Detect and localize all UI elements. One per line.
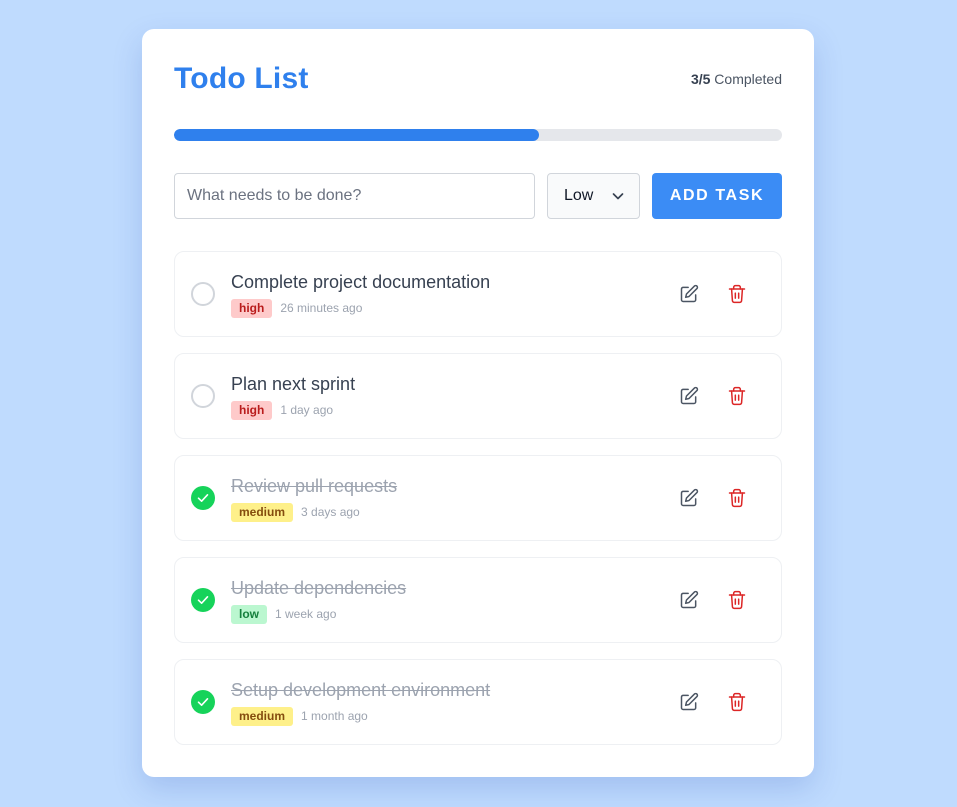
completed-count: 3/5	[690, 71, 711, 87]
todo-card: Todo List 3/5 Completed Low ADD TASK Com…	[142, 29, 814, 777]
pencil-icon	[680, 692, 699, 711]
task-timestamp: 26 minutes ago	[280, 301, 363, 315]
progress-bar	[174, 129, 782, 141]
check-icon	[197, 698, 209, 706]
trash-icon	[728, 284, 746, 304]
task-item: Plan next sprint high 1 day ago	[174, 353, 782, 439]
delete-button[interactable]	[723, 484, 751, 512]
task-body: Review pull requests medium 3 days ago	[231, 475, 675, 522]
trash-icon	[728, 692, 746, 712]
task-body: Setup development environment medium 1 m…	[231, 679, 675, 726]
pencil-icon	[680, 488, 699, 507]
task-item: Update dependencies low 1 week ago	[174, 557, 782, 643]
progress-fill	[174, 129, 539, 141]
task-timestamp: 1 month ago	[301, 709, 368, 723]
task-meta: high 26 minutes ago	[231, 298, 675, 318]
task-item: Review pull requests medium 3 days ago	[174, 455, 782, 541]
pencil-icon	[680, 590, 699, 609]
priority-badge: high	[231, 400, 273, 420]
edit-button[interactable]	[675, 586, 703, 614]
task-title: Update dependencies	[231, 577, 407, 598]
pencil-icon	[680, 386, 699, 405]
trash-icon	[728, 386, 746, 406]
task-list: Complete project documentation high 26 m…	[174, 251, 782, 745]
task-checkbox[interactable]	[191, 690, 215, 714]
priority-badge: medium	[231, 502, 294, 522]
priority-badge: medium	[231, 706, 294, 726]
task-title: Complete project documentation	[231, 271, 491, 292]
pencil-icon	[680, 284, 699, 303]
edit-button[interactable]	[675, 280, 703, 308]
edit-button[interactable]	[675, 382, 703, 410]
task-title: Review pull requests	[231, 475, 398, 496]
task-item: Complete project documentation high 26 m…	[174, 251, 782, 337]
task-title: Setup development environment	[231, 679, 491, 700]
edit-button[interactable]	[675, 688, 703, 716]
priority-badge: low	[231, 604, 267, 624]
task-checkbox[interactable]	[191, 384, 215, 408]
task-checkbox[interactable]	[191, 588, 215, 612]
task-meta: medium 1 month ago	[231, 706, 675, 726]
task-actions	[675, 280, 751, 308]
task-meta: high 1 day ago	[231, 400, 675, 420]
task-actions	[675, 688, 751, 716]
task-body: Plan next sprint high 1 day ago	[231, 373, 675, 420]
completed-label: Completed	[714, 71, 782, 87]
header: Todo List 3/5 Completed	[174, 59, 782, 99]
add-task-button[interactable]: ADD TASK	[652, 173, 782, 219]
task-actions	[675, 382, 751, 410]
trash-icon	[728, 590, 746, 610]
task-input[interactable]	[174, 173, 535, 219]
delete-button[interactable]	[723, 280, 751, 308]
delete-button[interactable]	[723, 586, 751, 614]
task-body: Complete project documentation high 26 m…	[231, 271, 675, 318]
task-timestamp: 1 week ago	[275, 607, 337, 621]
task-timestamp: 3 days ago	[301, 505, 360, 519]
priority-select-value: Low	[564, 187, 594, 204]
check-icon	[197, 494, 209, 502]
task-meta: medium 3 days ago	[231, 502, 675, 522]
task-meta: low 1 week ago	[231, 604, 675, 624]
edit-button[interactable]	[675, 484, 703, 512]
delete-button[interactable]	[723, 382, 751, 410]
task-timestamp: 1 day ago	[280, 403, 334, 417]
chevron-down-icon	[612, 193, 624, 200]
check-icon	[197, 596, 209, 604]
task-checkbox[interactable]	[191, 282, 215, 306]
task-actions	[675, 586, 751, 614]
task-checkbox[interactable]	[191, 486, 215, 510]
task-title: Plan next sprint	[231, 373, 356, 394]
completion-counter: 3/5 Completed	[691, 71, 782, 87]
task-body: Update dependencies low 1 week ago	[231, 577, 675, 624]
priority-badge: high	[231, 298, 273, 318]
delete-button[interactable]	[723, 688, 751, 716]
trash-icon	[728, 488, 746, 508]
task-actions	[675, 484, 751, 512]
priority-select[interactable]: Low	[547, 173, 640, 219]
task-item: Setup development environment medium 1 m…	[174, 659, 782, 745]
add-task-form: Low ADD TASK	[174, 173, 782, 219]
page-title: Todo List	[174, 62, 309, 95]
